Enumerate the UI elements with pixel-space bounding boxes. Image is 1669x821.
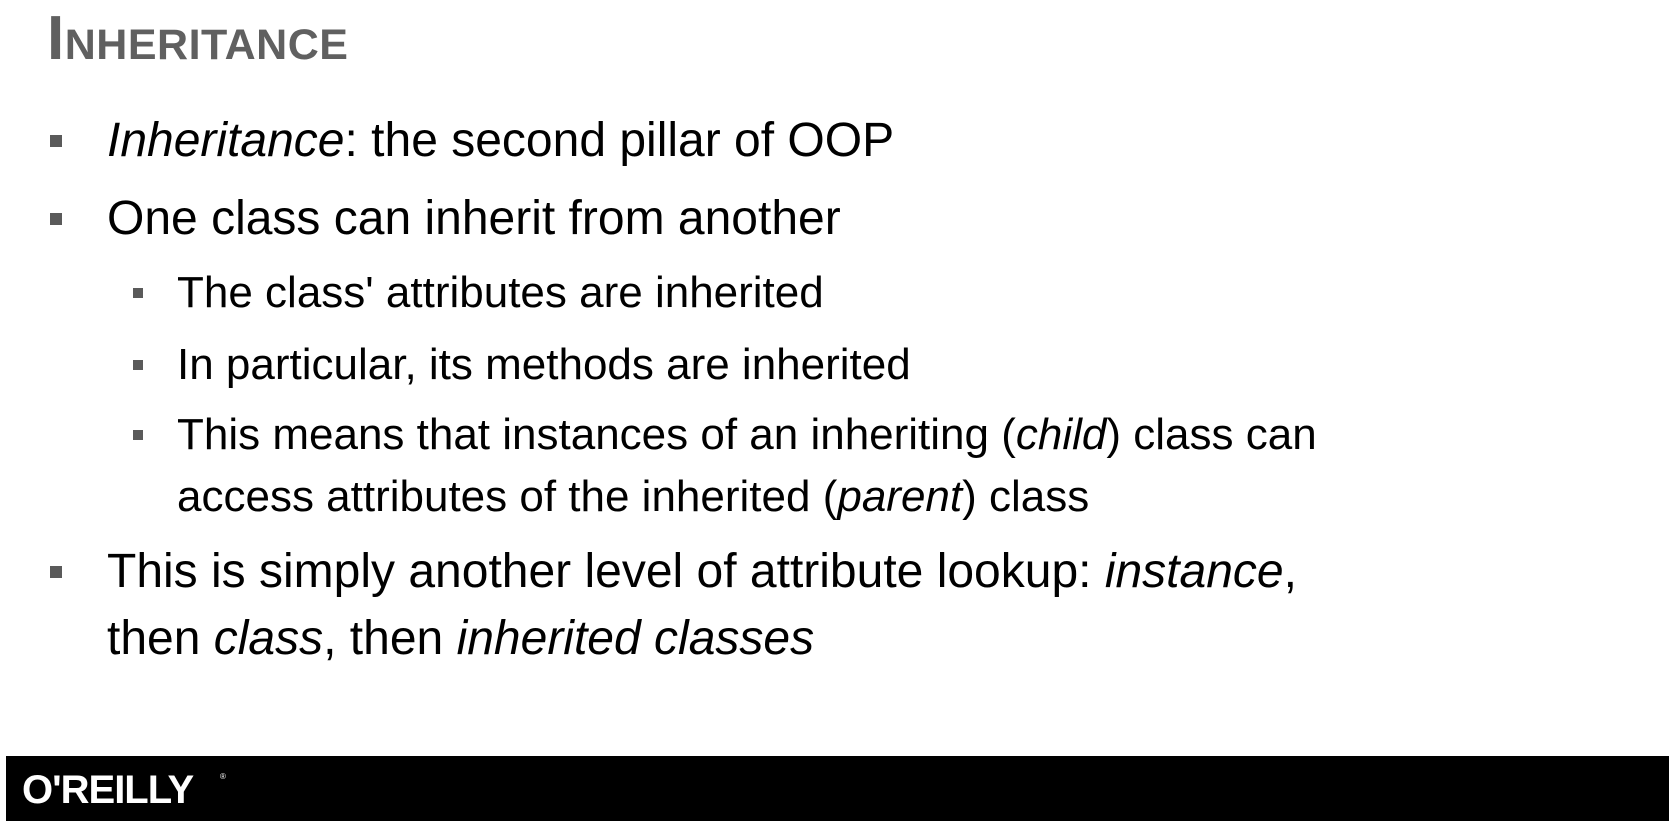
bullet-text-line-1: This means that instances of an inheriti… [177,410,1317,459]
bullet-text-line-2: access attributes of the inherited (pare… [177,472,1090,521]
registered-mark: ® [220,772,226,781]
bullet-text-line-2: then class, then inherited classes [107,612,815,665]
bullet-text: The class' attributes are inherited [177,268,824,317]
footer-bar: O'REILLY ® [6,756,1669,821]
oreilly-logo: O'REILLY [22,768,194,812]
square-bullet-icon [133,360,143,370]
square-bullet-icon [50,213,62,225]
square-bullet-icon [50,135,62,147]
bullet-text: One class can inherit from another [107,192,841,245]
square-bullet-icon [50,566,62,578]
slide-title: Inheritance [47,4,349,73]
square-bullet-icon [133,288,143,298]
bullet-text: In particular, its methods are inherited [177,340,911,389]
bullet-text-line-1: This is simply another level of attribut… [107,545,1297,598]
bullet-text: Inheritance: the second pillar of OOP [107,114,895,167]
square-bullet-icon [133,430,143,440]
